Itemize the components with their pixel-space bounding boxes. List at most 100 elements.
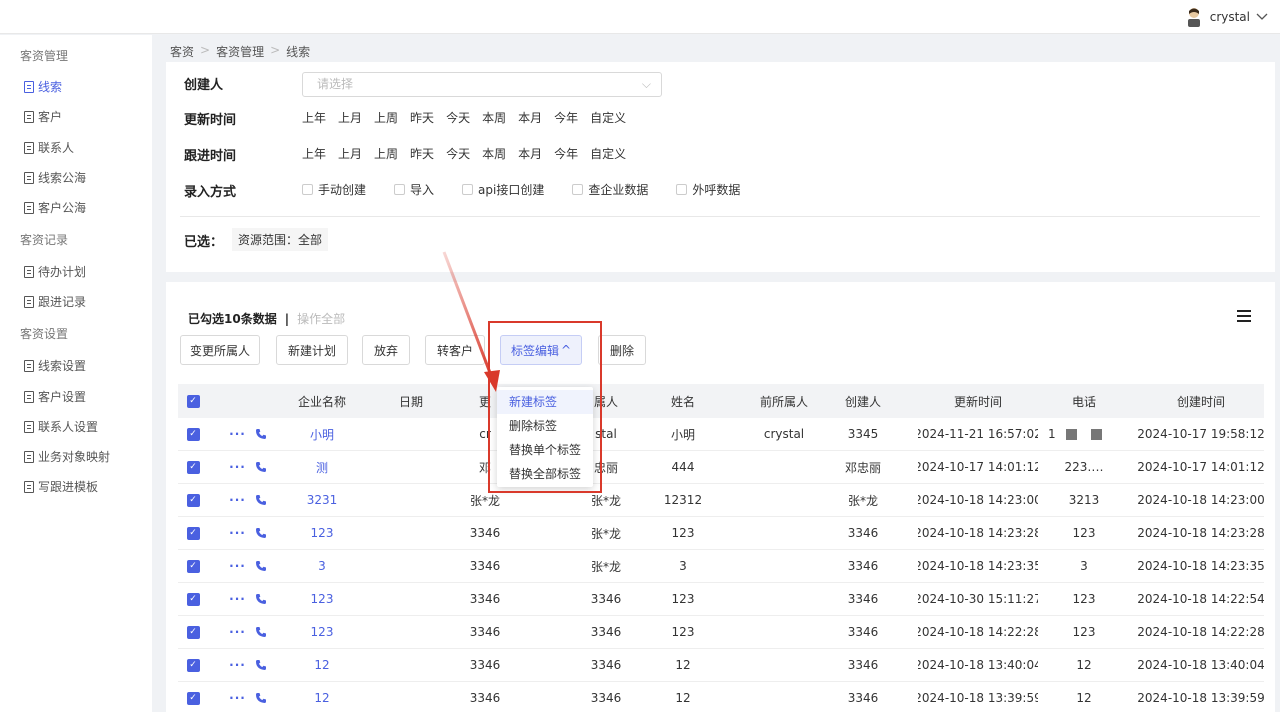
time-option[interactable]: 本周 — [482, 109, 506, 126]
sidebar-item-leads-settings[interactable]: 线索设置 — [24, 357, 86, 374]
more-dots-icon[interactable]: ··· — [229, 625, 246, 639]
checkbox-icon[interactable] — [302, 184, 313, 195]
menu-item-replace-single-tag[interactable]: 替换单个标签 — [497, 438, 593, 462]
sidebar-item-contact-settings[interactable]: 联系人设置 — [24, 418, 98, 435]
more-dots-icon[interactable]: ··· — [229, 691, 246, 705]
row-checkbox[interactable]: ✓ — [186, 493, 200, 507]
entry-checkbox[interactable]: 导入 — [394, 181, 434, 198]
checkbox-icon[interactable] — [572, 184, 584, 195]
table-row[interactable]: ✓ ··· 3 3346 张*龙 3 3346 2024-10-18 14:23:35 3 202… — [178, 550, 1264, 583]
creator-select[interactable]: 请选择 ⌵ — [302, 72, 662, 97]
breadcrumb-item[interactable]: 客资管理 — [216, 43, 264, 60]
column-settings-icon[interactable] — [1237, 310, 1251, 322]
column-header-updated[interactable]: 更新时间 — [918, 384, 1038, 418]
company-cell[interactable]: 123 — [284, 583, 360, 615]
phone-icon[interactable] — [255, 659, 267, 671]
company-cell[interactable]: 12 — [284, 682, 360, 712]
table-row[interactable]: ✓ ··· 123 3346 张*龙 123 3346 2024-10-18 14:23:28… — [178, 517, 1264, 550]
time-option[interactable]: 上年 — [302, 145, 326, 162]
new-plan-button[interactable]: 新建计划 — [276, 335, 348, 365]
row-checkbox[interactable]: ✓ — [186, 460, 200, 474]
menu-item-replace-all-tags[interactable]: 替换全部标签 — [497, 462, 593, 486]
row-checkbox[interactable]: ✓ — [186, 427, 200, 441]
more-dots-icon[interactable]: ··· — [229, 526, 246, 540]
checkbox-icon[interactable] — [394, 184, 406, 195]
time-option[interactable]: 本月 — [518, 109, 542, 126]
time-option[interactable]: 今天 — [446, 145, 470, 162]
company-cell[interactable]: 3231 — [284, 484, 360, 516]
sidebar-item-follow-template[interactable]: 写跟进模板 — [24, 478, 98, 495]
entry-checkbox[interactable]: api接口创建 — [462, 181, 544, 198]
column-header-created[interactable]: 创建时间 — [1138, 384, 1264, 418]
column-header-phone[interactable]: 电话 — [1054, 384, 1114, 418]
checkbox-icon[interactable] — [676, 184, 688, 195]
phone-icon[interactable] — [255, 527, 267, 539]
column-header-creator[interactable]: 创建人 — [828, 384, 898, 418]
more-dots-icon[interactable]: ··· — [229, 658, 246, 672]
table-row[interactable]: ✓ ··· 123 3346 3346 123 3346 2024-10-30 15:11:2… — [178, 583, 1264, 616]
column-header-prev-owner[interactable]: 前所属人 — [734, 384, 834, 418]
more-dots-icon[interactable]: ··· — [229, 427, 246, 441]
column-header-3[interactable]: 更 — [470, 384, 500, 418]
time-option[interactable]: 上年 — [302, 109, 326, 126]
time-option[interactable]: 今天 — [446, 109, 470, 126]
sidebar-item-leads-pool[interactable]: 线索公海 — [24, 169, 86, 186]
company-cell[interactable]: 12 — [284, 649, 360, 681]
row-checkbox[interactable]: ✓ — [186, 592, 200, 606]
company-cell[interactable]: 小明 — [284, 418, 360, 450]
more-dots-icon[interactable]: ··· — [229, 559, 246, 573]
column-header-date[interactable]: 日期 — [376, 384, 446, 418]
row-checkbox[interactable]: ✓ — [186, 559, 200, 573]
phone-icon[interactable] — [255, 626, 267, 638]
selected-filter-chip[interactable]: 资源范围：全部 — [232, 228, 329, 251]
tag-edit-button[interactable]: 标签编辑 ^ — [500, 335, 582, 365]
row-checkbox[interactable]: ✓ — [186, 691, 200, 705]
more-dots-icon[interactable]: ··· — [229, 460, 246, 474]
time-option[interactable]: 上周 — [374, 109, 398, 126]
time-option[interactable]: 上周 — [374, 145, 398, 162]
delete-button[interactable]: 删除 — [598, 335, 646, 365]
menu-item-delete-tag[interactable]: 删除标签 — [497, 414, 593, 438]
time-option[interactable]: 上月 — [338, 145, 362, 162]
phone-icon[interactable] — [255, 692, 267, 704]
time-option[interactable]: 自定义 — [590, 145, 626, 162]
table-row[interactable]: ✓ ··· 测邓忠丽 444 邓忠丽 2024-10-17 14:01:12 223‥‥ 20… — [178, 451, 1264, 484]
phone-icon[interactable] — [255, 494, 267, 506]
row-checkbox[interactable]: ✓ — [186, 625, 200, 639]
phone-icon[interactable] — [255, 560, 267, 572]
sidebar-item-object-mapping[interactable]: 业务对象映射 — [24, 448, 110, 465]
sidebar-item-follow-records[interactable]: 跟进记录 — [24, 293, 86, 310]
entry-checkbox[interactable]: 查企业数据 — [572, 181, 648, 198]
company-cell[interactable]: 3 — [284, 550, 360, 582]
abandon-button[interactable]: 放弃 — [362, 335, 410, 365]
change-owner-button[interactable]: 变更所属人 — [180, 335, 260, 365]
table-row[interactable]: ✓ ··· 小明 cr stal 小明 crystal 3345 2024-11-21 16:5… — [178, 418, 1264, 451]
entry-checkbox[interactable]: 外呼数据 — [676, 181, 740, 198]
more-dots-icon[interactable]: ··· — [229, 592, 246, 606]
sidebar-item-leads[interactable]: 线索 — [24, 78, 62, 95]
more-dots-icon[interactable]: ··· — [229, 493, 246, 507]
table-row[interactable]: ✓ ··· 3231 张*龙 张*龙 12312 张*龙 2024-10-18 14:23:0… — [178, 484, 1264, 517]
time-option[interactable]: 本周 — [482, 145, 506, 162]
column-header-company[interactable]: 企业名称 — [284, 384, 360, 418]
sidebar-item-todo-plans[interactable]: 待办计划 — [24, 263, 86, 280]
company-cell[interactable]: 123 — [284, 616, 360, 648]
column-header-name[interactable]: 姓名 — [648, 384, 718, 418]
phone-icon[interactable] — [255, 428, 267, 440]
time-option[interactable]: 昨天 — [410, 109, 434, 126]
time-option[interactable]: 上月 — [338, 109, 362, 126]
table-row[interactable]: ✓ ··· 123 3346 3346 123 3346 2024-10-18 14:22:2… — [178, 616, 1264, 649]
sidebar-item-customer-pool[interactable]: 客户公海 — [24, 199, 86, 216]
row-checkbox[interactable]: ✓ — [186, 658, 200, 672]
phone-icon[interactable] — [255, 593, 267, 605]
phone-icon[interactable] — [255, 461, 267, 473]
table-row[interactable]: ✓ ··· 12 3346 3346 12 3346 2024-10-18 13:39:59 1… — [178, 682, 1264, 712]
operate-all-link[interactable]: 操作全部 — [297, 310, 345, 327]
table-row[interactable]: ✓ ··· 12 3346 3346 12 3346 2024-10-18 13:40:04 1… — [178, 649, 1264, 682]
time-option[interactable]: 本月 — [518, 145, 542, 162]
time-option[interactable]: 昨天 — [410, 145, 434, 162]
sidebar-item-customers[interactable]: 客户 — [24, 108, 62, 125]
company-cell[interactable]: 123 — [284, 517, 360, 549]
breadcrumb-item[interactable]: 客资 — [170, 43, 194, 60]
user-menu[interactable]: crystal — [1184, 7, 1268, 27]
